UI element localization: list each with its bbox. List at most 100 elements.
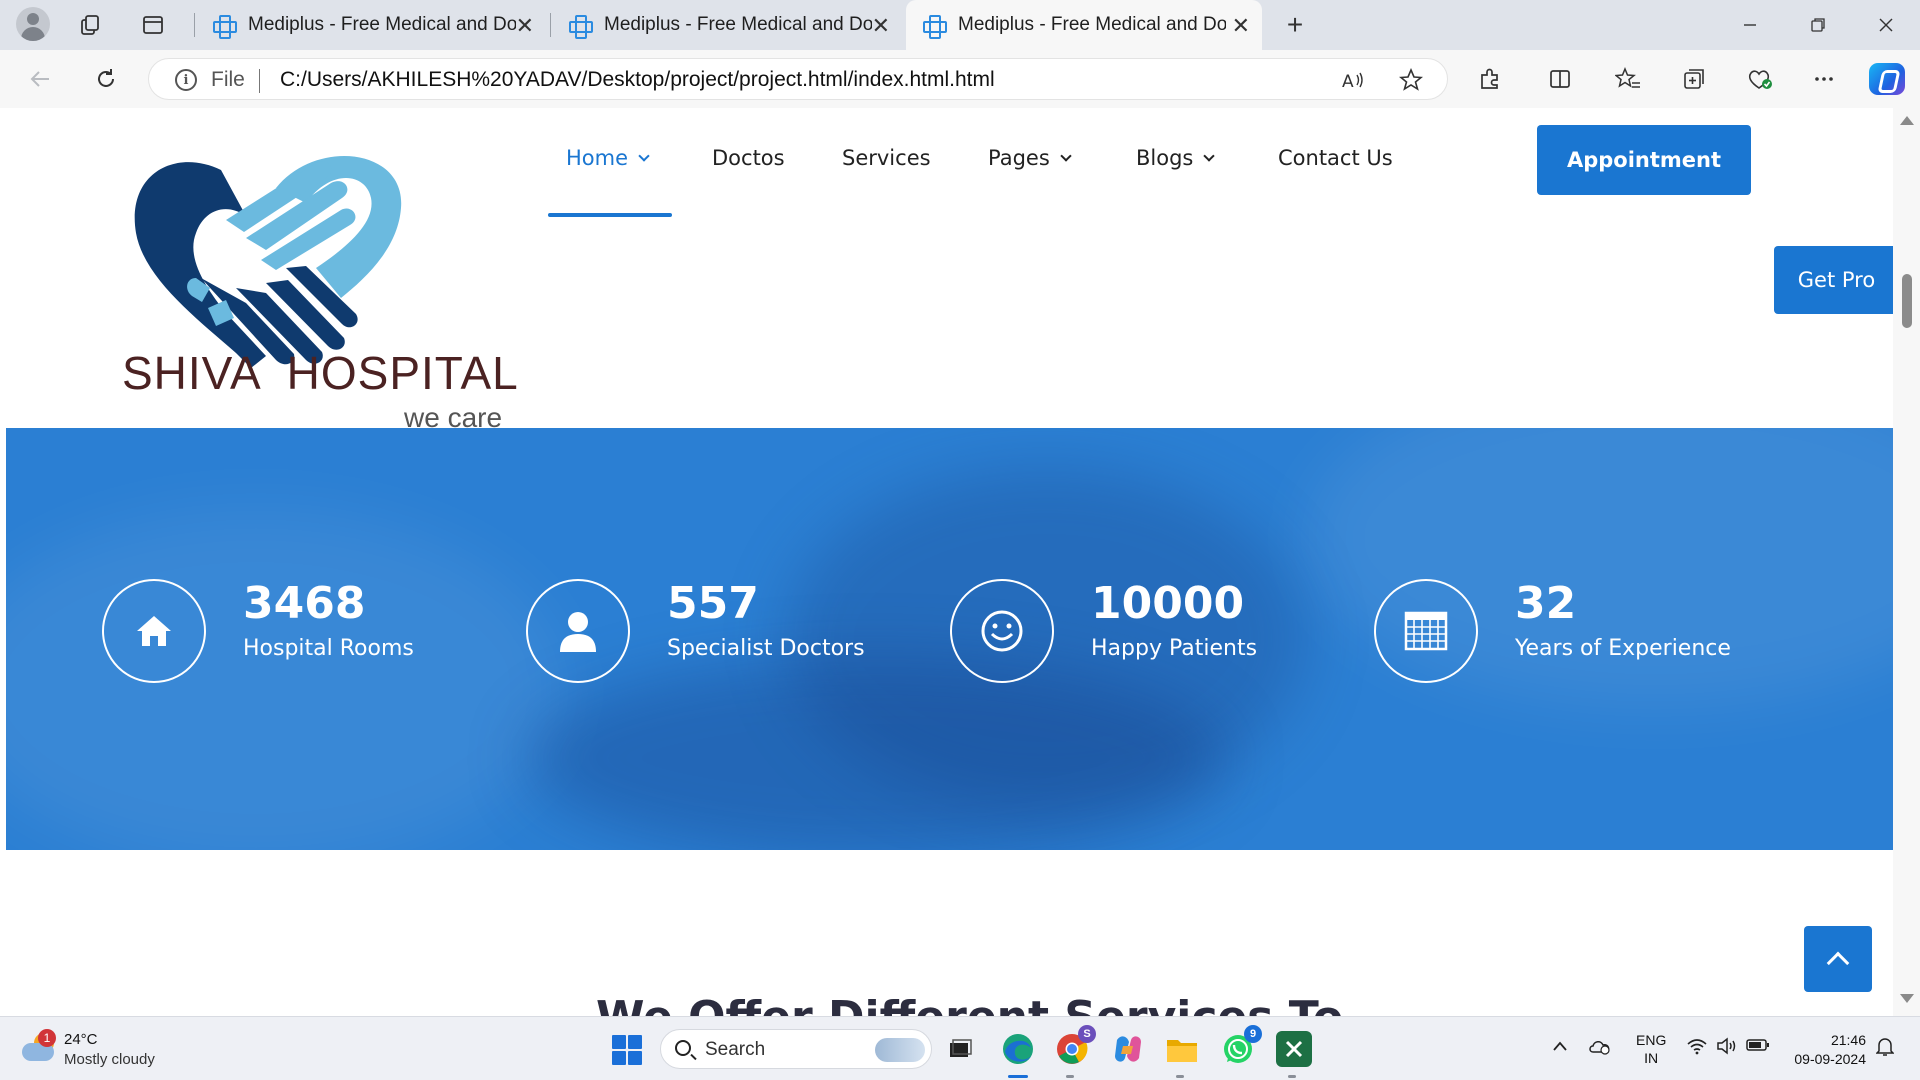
whatsapp-unread-badge: 9 <box>1244 1025 1262 1043</box>
chrome-icon[interactable]: S <box>1054 1025 1096 1067</box>
taskbar-search-box[interactable]: Search <box>660 1029 932 1069</box>
chevron-down-icon <box>1203 149 1216 162</box>
tab-title: Mediplus - Free Medical and Doct <box>958 14 1226 35</box>
running-app-indicator <box>1066 1075 1074 1078</box>
smile-icon <box>981 610 1023 652</box>
notification-bell-icon[interactable] <box>1875 1037 1895 1062</box>
url-text[interactable]: C:/Users/AKHILESH%20YADAV/Desktop/projec… <box>280 68 995 92</box>
tab-separator <box>194 13 195 37</box>
close-tab-icon[interactable]: ✕ <box>516 13 534 39</box>
browser-essentials-icon[interactable] <box>1742 62 1778 96</box>
chrome-profile-badge: S <box>1078 1025 1096 1043</box>
chevron-up-tray-icon[interactable] <box>1552 1037 1568 1058</box>
split-screen-icon[interactable] <box>1542 62 1578 96</box>
tab-separator <box>550 13 551 37</box>
copilot-icon[interactable] <box>1869 63 1905 95</box>
more-options-icon[interactable] <box>1806 62 1842 96</box>
banner-background-image <box>6 508 566 850</box>
hospital-logo[interactable] <box>116 128 516 448</box>
back-arrow-icon[interactable] <box>22 62 58 96</box>
minimize-icon[interactable] <box>1730 8 1770 42</box>
profile-avatar[interactable] <box>16 7 50 41</box>
tab-title: Mediplus - Free Medical and Doct <box>248 14 516 35</box>
site-info-icon[interactable]: i <box>175 69 197 91</box>
edge-icon[interactable] <box>1000 1031 1036 1067</box>
stats-banner: 3468 Hospital Rooms 557 Specialist Docto… <box>6 428 1893 850</box>
stat-number: 557 <box>667 578 759 629</box>
appointment-button[interactable]: Appointment <box>1537 125 1751 195</box>
mediplus-favicon-icon <box>922 14 947 39</box>
get-pro-button[interactable]: Get Pro <box>1774 246 1893 314</box>
nav-item-doctos[interactable]: Doctos <box>712 146 785 170</box>
extensions-icon[interactable] <box>1472 62 1508 96</box>
running-app-indicator <box>1176 1075 1184 1078</box>
scroll-to-top-button[interactable] <box>1804 926 1872 992</box>
active-app-indicator <box>1008 1075 1028 1078</box>
nav-item-label: Contact Us <box>1278 146 1393 170</box>
clock-time: 21:46 <box>1830 1032 1866 1048</box>
browser-toolbar: i File C:/Users/AKHILESH%20YADAV/Desktop… <box>0 50 1920 108</box>
page-scrollbar[interactable] <box>1893 108 1920 1016</box>
close-window-icon[interactable] <box>1866 8 1906 42</box>
active-nav-underline <box>548 213 672 217</box>
system-clock[interactable]: 21:46 09-09-2024 <box>1786 1031 1866 1069</box>
stat-icon-circle <box>950 579 1054 683</box>
home-icon <box>137 616 171 646</box>
stat-number: 32 <box>1515 578 1577 629</box>
nav-item-label: Blogs <box>1136 146 1194 170</box>
workspaces-icon[interactable] <box>74 8 108 42</box>
volume-icon[interactable] <box>1716 1037 1738 1060</box>
nav-item-label: Doctos <box>712 146 785 170</box>
nav-item-pages[interactable]: Pages <box>988 146 1072 170</box>
browser-tab-1[interactable]: Mediplus - Free Medical and Doct ✕ <box>196 0 546 50</box>
nav-item-contact-us[interactable]: Contact Us <box>1278 146 1393 170</box>
close-tab-icon[interactable]: ✕ <box>1232 13 1250 39</box>
close-tab-icon[interactable]: ✕ <box>872 13 890 39</box>
language-code: ENG <box>1636 1032 1667 1048</box>
scrollbar-thumb[interactable] <box>1902 274 1912 328</box>
browser-tab-2[interactable]: Mediplus - Free Medical and Doct ✕ <box>552 0 902 50</box>
tab-actions-icon[interactable] <box>136 8 170 42</box>
nav-item-services[interactable]: Services <box>842 146 931 170</box>
stat-label: Happy Patients <box>1091 636 1258 661</box>
stat-icon-circle <box>102 579 206 683</box>
services-section-heading: We Offer Different Services To <box>596 992 1343 1016</box>
hospital-logo-name: SHIVA HOSPITAL <box>122 347 519 399</box>
copilot-app-icon[interactable] <box>1110 1031 1146 1067</box>
language-indicator[interactable]: ENG IN <box>1636 1031 1666 1067</box>
wifi-icon[interactable] <box>1686 1037 1708 1060</box>
collections-icon[interactable] <box>1676 62 1712 96</box>
chevron-up-icon <box>1826 951 1850 975</box>
scroll-down-arrow-icon[interactable] <box>1900 994 1914 1003</box>
browser-tab-3-active[interactable]: Mediplus - Free Medical and Doct ✕ <box>906 0 1262 50</box>
new-tab-icon[interactable]: + <box>1278 8 1312 42</box>
stat-icon-circle <box>526 579 630 683</box>
nav-item-home[interactable]: Home <box>566 146 650 170</box>
stat-label: Specialist Doctors <box>667 636 865 661</box>
address-bar[interactable]: i File C:/Users/AKHILESH%20YADAV/Desktop… <box>148 58 1448 100</box>
stat-icon-circle <box>1374 579 1478 683</box>
banner-background-image <box>526 658 1226 850</box>
weather-temperature[interactable]: 24°C <box>64 1031 98 1048</box>
onedrive-sync-icon[interactable] <box>1588 1037 1612 1060</box>
chevron-down-icon <box>1060 149 1072 162</box>
nav-item-blogs[interactable]: Blogs <box>1136 146 1216 170</box>
task-view-icon[interactable] <box>942 1031 978 1067</box>
restore-icon[interactable] <box>1798 8 1838 42</box>
stat-number: 3468 <box>243 578 366 629</box>
folder-icon[interactable] <box>1164 1031 1200 1067</box>
scroll-up-arrow-icon[interactable] <box>1900 116 1914 125</box>
refresh-icon[interactable] <box>88 62 124 96</box>
excel-icon[interactable] <box>1276 1031 1312 1067</box>
calendar-grid-icon <box>1404 611 1448 651</box>
browser-tab-strip: Mediplus - Free Medical and Doct ✕ Medip… <box>0 0 1920 50</box>
weather-description[interactable]: Mostly cloudy <box>64 1051 155 1068</box>
favorite-star-icon[interactable] <box>1397 67 1425 93</box>
nav-item-label: Services <box>842 146 931 170</box>
stat-number: 10000 <box>1091 578 1245 629</box>
favorites-list-icon[interactable] <box>1610 62 1646 96</box>
windows-start-icon[interactable] <box>612 1035 642 1065</box>
read-aloud-icon[interactable]: A <box>1339 67 1367 93</box>
battery-icon[interactable] <box>1746 1037 1770 1058</box>
whatsapp-icon[interactable]: 9 <box>1220 1025 1262 1067</box>
